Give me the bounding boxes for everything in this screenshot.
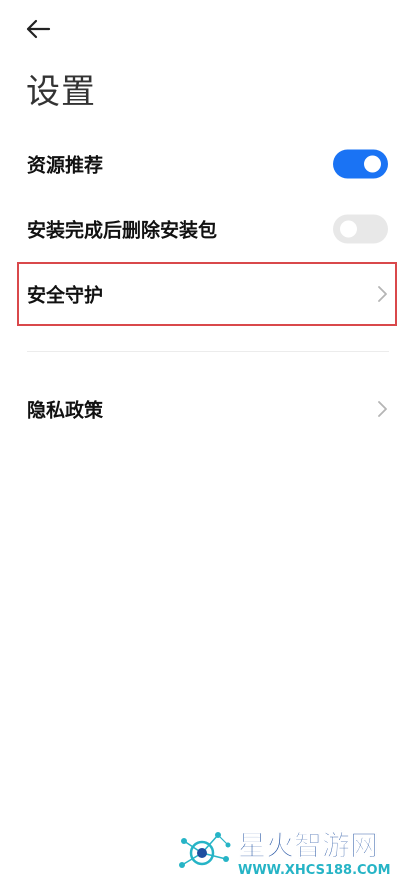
arrow-left-icon — [26, 19, 51, 39]
setting-label: 安装完成后删除安装包 — [27, 219, 218, 242]
toggle-knob — [340, 220, 357, 238]
setting-label: 资源推荐 — [27, 154, 104, 177]
network-logo-icon — [179, 832, 231, 868]
setting-row-security-guard[interactable]: 安全守护 — [0, 262, 418, 326]
divider — [27, 351, 389, 352]
toggle-knob — [364, 155, 381, 173]
setting-row-delete-package[interactable]: 安装完成后删除安装包 — [0, 197, 418, 261]
delete-package-toggle[interactable] — [333, 214, 388, 244]
watermark-brand: 星火智游网 — [238, 829, 378, 862]
resource-recommend-toggle[interactable] — [333, 149, 388, 179]
setting-row-resource-recommend[interactable]: 资源推荐 — [0, 132, 418, 196]
watermark: 星火智游网 WWW.XHCS188.COM — [170, 821, 415, 879]
setting-row-privacy-policy[interactable]: 隐私政策 — [0, 377, 418, 441]
watermark-url: WWW.XHCS188.COM — [238, 863, 391, 878]
chevron-right-icon — [378, 401, 387, 417]
page-title: 设置 — [26, 72, 96, 112]
setting-label: 隐私政策 — [27, 399, 104, 422]
back-button[interactable] — [22, 14, 54, 44]
chevron-right-icon — [378, 286, 387, 302]
setting-label: 安全守护 — [27, 284, 104, 307]
